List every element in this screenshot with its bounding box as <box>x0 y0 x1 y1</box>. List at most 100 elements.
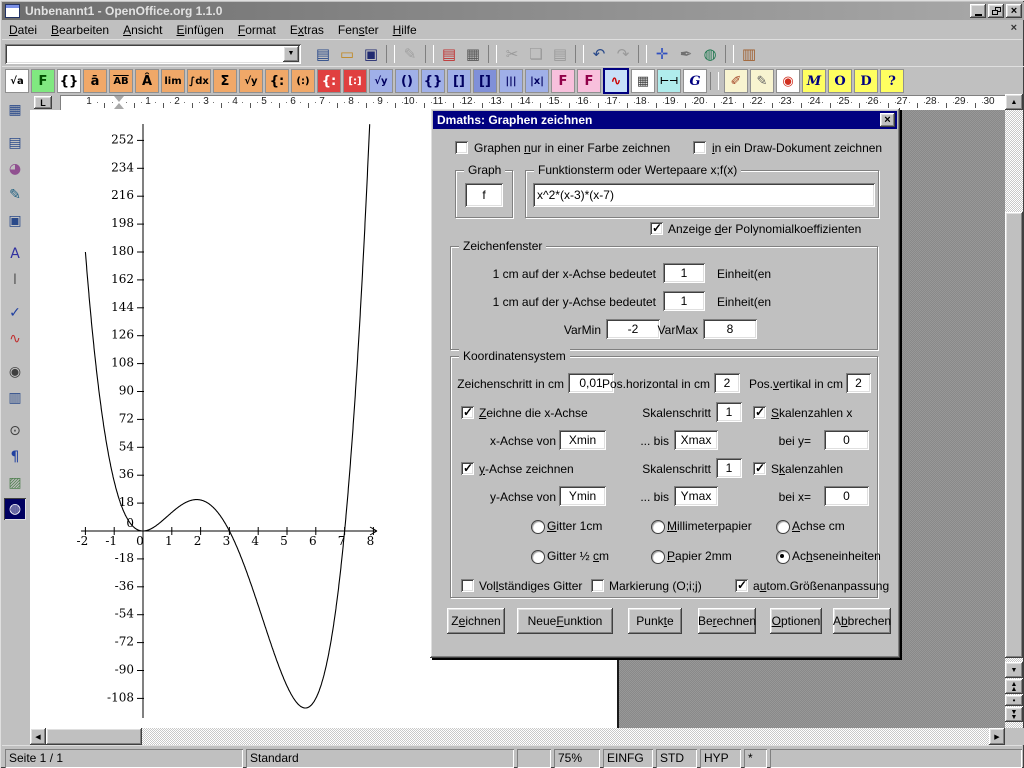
autosize-checkbox[interactable] <box>735 579 748 592</box>
x-axis-checkbox[interactable] <box>461 406 474 419</box>
skalenzahlen-y-checkbox[interactable] <box>753 462 766 475</box>
y-unit-field[interactable]: 1 <box>663 291 705 311</box>
insert-fields-icon[interactable]: ▤ <box>4 132 26 154</box>
y-von-field[interactable]: Ymin <box>559 486 606 506</box>
segment-ab-icon[interactable]: AB <box>109 69 133 93</box>
insert-form-icon[interactable]: ▣ <box>4 210 26 232</box>
graph-name-field[interactable]: f <box>465 183 503 207</box>
combo-dropdown-icon[interactable]: ▼ <box>283 46 299 62</box>
achse-cm-radio[interactable] <box>776 520 790 534</box>
draw-functions-icon[interactable]: ✎ <box>4 184 26 206</box>
hyperlink-icon[interactable]: ◍ <box>700 44 720 64</box>
minimize-button[interactable] <box>970 4 986 18</box>
statusbar-cell-std[interactable]: STD <box>656 749 697 768</box>
papier-2mm-radio[interactable] <box>651 550 665 564</box>
limit-icon[interactable]: lim <box>161 69 185 93</box>
blue-braces-icon[interactable]: {} <box>421 69 445 93</box>
insert-object-icon[interactable]: ◕ <box>4 158 26 180</box>
root-icon[interactable]: √y <box>239 69 263 93</box>
brace-colon-icon[interactable]: {: <box>265 69 289 93</box>
pink-f-edit-icon[interactable]: F <box>577 69 601 93</box>
scroll-right-icon[interactable]: ▶ <box>989 728 1005 745</box>
statusbar-cell-einfg[interactable]: EINFG <box>603 749 653 768</box>
single-color-checkbox[interactable] <box>455 141 468 154</box>
url-input[interactable] <box>5 44 301 64</box>
gitter-1cm-radio[interactable] <box>531 520 545 534</box>
y-bis-field[interactable]: Ymax <box>674 486 718 506</box>
vollgitter-checkbox[interactable] <box>461 579 474 592</box>
find-icon[interactable]: ◉ <box>4 361 26 383</box>
x-unit-field[interactable]: 1 <box>663 263 705 283</box>
function-f-icon[interactable]: F <box>31 69 55 93</box>
skalenschritt-x-field[interactable]: 1 <box>716 402 742 422</box>
statusbar-cell-8[interactable] <box>770 749 1022 768</box>
markierung-checkbox[interactable] <box>591 579 604 592</box>
pos-horizontal-field[interactable]: 2 <box>714 373 740 393</box>
paste-icon[interactable]: ▤ <box>550 44 570 64</box>
help-icon[interactable]: ? <box>880 69 904 93</box>
bei-y-field[interactable]: 0 <box>824 430 869 450</box>
redo-icon[interactable]: ↷ <box>613 44 633 64</box>
braces-icon[interactable]: {} <box>57 69 81 93</box>
menu-ansicht[interactable]: Ansicht <box>116 21 169 39</box>
o-icon[interactable]: O <box>828 69 852 93</box>
direct-cursor-icon[interactable]: I <box>4 269 26 291</box>
menu-extras[interactable]: Extras <box>283 21 331 39</box>
next-page-icon[interactable]: ▼▼ <box>1005 707 1023 722</box>
y-axis-checkbox[interactable] <box>461 462 474 475</box>
parens-icon[interactable]: () <box>395 69 419 93</box>
varmax-field[interactable]: 8 <box>703 319 757 339</box>
target-icon[interactable]: ◉ <box>776 69 800 93</box>
sqrt-a-icon[interactable]: √a <box>5 69 29 93</box>
scroll-left-icon[interactable]: ◀ <box>30 728 46 745</box>
statusbar-cell-hyp[interactable]: HYP <box>700 749 741 768</box>
url-combobox[interactable]: ▼ <box>5 44 301 64</box>
abs-icon[interactable]: |x| <box>525 69 549 93</box>
punkte-button[interactable]: Punkte <box>628 608 682 634</box>
neue-funktion-button[interactable]: Neue Funktion <box>517 608 613 634</box>
optionen-button[interactable]: Optionen <box>770 608 822 634</box>
berechnen-button[interactable]: Berechnen <box>698 608 756 634</box>
close-button[interactable]: × <box>1006 4 1022 18</box>
dialog-close-button[interactable]: × <box>880 113 895 127</box>
paren-colon-icon[interactable]: (:) <box>291 69 315 93</box>
statusbar-cell-standard[interactable]: Standard <box>246 749 514 768</box>
blue-brackets2-icon[interactable]: [] <box>473 69 497 93</box>
undo-icon[interactable]: ↶ <box>589 44 609 64</box>
menu-bearbeiten[interactable]: Bearbeiten <box>44 21 116 39</box>
copy-icon[interactable]: ❏ <box>526 44 546 64</box>
sum-icon[interactable]: Σ <box>213 69 237 93</box>
save-icon[interactable]: ▣ <box>361 44 381 64</box>
x-von-field[interactable]: Xmin <box>559 430 606 450</box>
zoom-icon[interactable]: ⊙ <box>4 420 26 442</box>
statusbar-cell-seite11[interactable]: Seite 1 / 1 <box>5 749 243 768</box>
achseneinheiten-radio[interactable] <box>776 550 790 564</box>
dialog-title-bar[interactable]: Dmaths: Graphen zeichnen × <box>433 111 897 129</box>
gallery-icon[interactable]: ▥ <box>739 44 759 64</box>
pos-vertikal-field[interactable]: 2 <box>846 373 871 393</box>
statusbar-cell-75%[interactable]: 75% <box>554 749 600 768</box>
edit-file-icon[interactable]: ✎ <box>400 44 420 64</box>
open-icon[interactable]: ▭ <box>337 44 357 64</box>
millimeterpapier-radio[interactable] <box>651 520 665 534</box>
bei-x-field[interactable]: 0 <box>824 486 869 506</box>
autotext-icon[interactable]: A <box>4 243 26 265</box>
statusbar-cell-2[interactable] <box>517 749 551 768</box>
insert-table-icon[interactable]: ▦ <box>4 99 26 121</box>
gitter-halb-cm-radio[interactable] <box>531 550 545 564</box>
interval-icon[interactable]: ⊢⊣ <box>657 69 681 93</box>
angle-icon[interactable]: Â <box>135 69 159 93</box>
d-icon[interactable]: D <box>854 69 878 93</box>
close-document-icon[interactable]: × <box>1011 22 1017 34</box>
navigation-dot-icon[interactable]: • <box>1005 695 1023 706</box>
skalenzahlen-x-checkbox[interactable] <box>753 406 766 419</box>
graphics-onoff-icon[interactable]: ▨ <box>4 472 26 494</box>
x-bis-field[interactable]: Xmax <box>674 430 718 450</box>
vertical-scrollbar-thumb[interactable] <box>1005 212 1023 658</box>
parallel-icon[interactable]: ||| <box>499 69 523 93</box>
new-document-icon[interactable]: ▤ <box>313 44 333 64</box>
tab-type-button[interactable]: L <box>34 96 52 109</box>
vector-icon[interactable]: ā <box>83 69 107 93</box>
statusbar-cell-*[interactable]: * <box>744 749 767 768</box>
draw-graph-icon[interactable]: ∿ <box>603 68 629 94</box>
